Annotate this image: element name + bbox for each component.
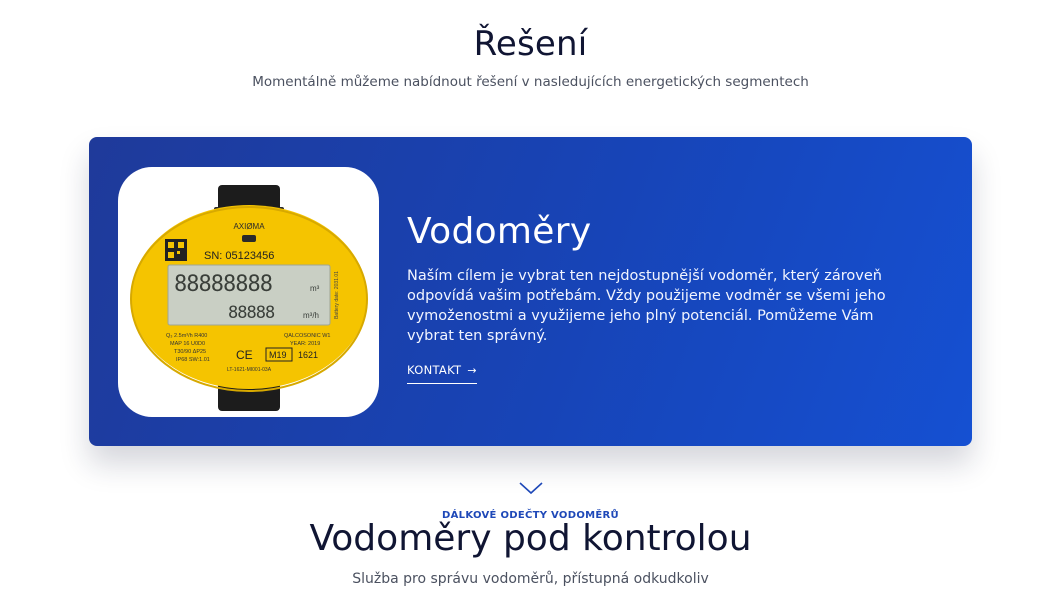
svg-text:T30/90 ΔP25: T30/90 ΔP25 — [174, 349, 206, 355]
chevron-down-icon[interactable] — [518, 480, 544, 496]
card-title: Vodoměry — [407, 211, 592, 252]
svg-text:88888: 88888 — [228, 303, 275, 323]
svg-text:LT-1621-MI001-03A: LT-1621-MI001-03A — [227, 367, 272, 373]
water-meter-image: AXIØMA SN: 05123456 88888888 m³ 88888 m³… — [118, 167, 379, 417]
svg-text:AXIØMA: AXIØMA — [233, 222, 265, 231]
section-title: Řešení — [473, 24, 588, 64]
svg-text:m³/h: m³/h — [303, 311, 319, 320]
svg-text:MAP 16 U0D0: MAP 16 U0D0 — [170, 341, 205, 347]
section-subtitle: Momentálně můžeme nabídnout řešení v nas… — [252, 74, 809, 90]
svg-text:YEAR: 2019: YEAR: 2019 — [290, 341, 320, 347]
arrow-right-icon: → — [467, 363, 477, 377]
contact-link-label: KONTAKT — [407, 363, 462, 377]
svg-text:88888888: 88888888 — [174, 272, 272, 297]
svg-text:M19: M19 — [269, 350, 287, 360]
svg-text:m³: m³ — [310, 284, 320, 293]
solution-card-vodomery: AXIØMA SN: 05123456 88888888 m³ 88888 m³… — [89, 137, 972, 446]
svg-text:QALCOSONIC W1: QALCOSONIC W1 — [284, 333, 330, 339]
section-heading: Vodoměry pod kontrolou — [309, 518, 752, 559]
svg-text:1621: 1621 — [298, 350, 318, 360]
svg-text:CE: CE — [236, 348, 253, 362]
svg-text:Q₃ 2.5m³/h R400: Q₃ 2.5m³/h R400 — [166, 333, 207, 339]
page: Řešení Momentálně můžeme nabídnout řešen… — [0, 0, 1061, 598]
card-description: Naším cílem je vybrat ten nejdostupnější… — [407, 268, 886, 344]
section-subheading: Služba pro správu vodoměrů, přístupná od… — [352, 571, 709, 587]
water-meter-illustration: AXIØMA SN: 05123456 88888888 m³ 88888 m³… — [130, 185, 368, 411]
contact-link[interactable]: KONTAKT → — [407, 363, 477, 384]
svg-text:IP68 SW:1.01: IP68 SW:1.01 — [176, 357, 210, 363]
svg-text:Battery date: 2031.01: Battery date: 2031.01 — [334, 271, 340, 319]
svg-text:SN: 05123456: SN: 05123456 — [204, 250, 274, 262]
